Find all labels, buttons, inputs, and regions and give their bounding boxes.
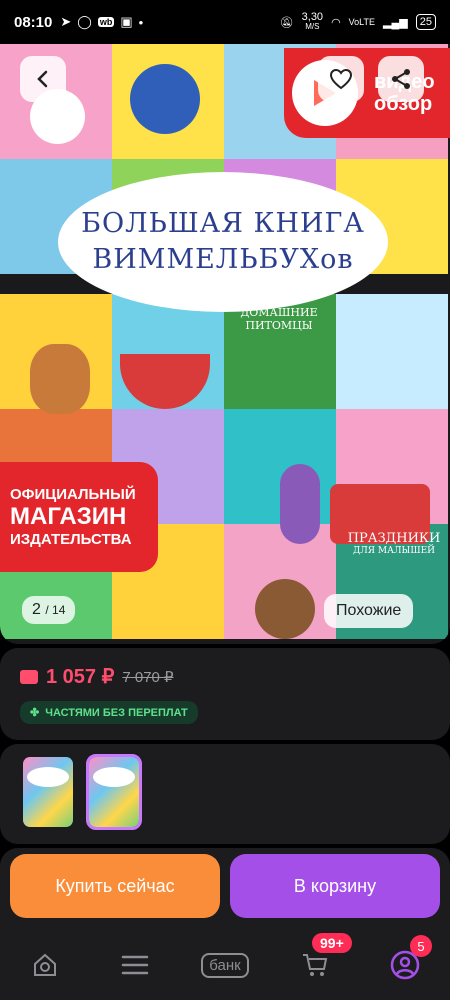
battery-icon: 25 <box>415 14 436 30</box>
similar-button[interactable]: Похожие <box>324 594 414 628</box>
purchase-actions: Купить сейчас В корзину <box>0 848 450 930</box>
wb-icon: wb <box>97 17 115 27</box>
status-time: 08:10 <box>14 13 53 31</box>
favorite-button[interactable] <box>318 56 364 102</box>
cover-title-line1: БОЛЬШАЯ КНИГА <box>81 208 365 239</box>
official-store-promo: ОФИЦИАЛЬНЫЙ МАГАЗИН ИЗДАТЕЛЬСТВА <box>0 462 158 572</box>
pets-subtitle-line2: ПИТОМЦЫ <box>245 319 313 332</box>
rocket-illustration <box>130 64 200 134</box>
chevron-left-icon <box>37 70 48 88</box>
variant-thumb-title-area <box>93 767 135 787</box>
nav-profile[interactable]: 5 <box>380 935 432 985</box>
network-speed-unit: M/S <box>305 22 320 31</box>
nav-home[interactable] <box>20 945 70 985</box>
share-icon <box>392 69 410 89</box>
product-gallery[interactable]: БОЛЬШАЯ КНИГА ВИММЕЛЬБУХов ДОМАШНИЕ ПИТО… <box>0 44 450 644</box>
cover-title: БОЛЬШАЯ КНИГА ВИММЕЛЬБУХов <box>58 172 388 312</box>
image-page-counter: 2 / 14 <box>22 596 76 624</box>
buy-now-button[interactable]: Купить сейчас <box>10 854 220 918</box>
holidays-subtitle-line1: ПРАЗДНИКИ <box>347 531 441 546</box>
clover-icon: ✤ <box>30 707 40 719</box>
menu-icon <box>121 955 149 975</box>
grandma-illustration <box>280 464 320 544</box>
mute-icon: 🔕︎ <box>279 16 294 29</box>
wallet-icon <box>20 669 38 684</box>
profile-badge: 5 <box>410 935 432 957</box>
volte-icon: VoLTE <box>348 17 376 27</box>
signal-icon: ▂▄▆ <box>383 16 408 29</box>
telegram-icon: ➤ <box>60 14 72 29</box>
bear-illustration <box>255 579 315 639</box>
variant-selector <box>0 744 450 844</box>
deer-illustration <box>30 344 90 414</box>
network-speed: 3,30 M/S <box>302 12 323 32</box>
pets-subtitle: ДОМАШНИЕ ПИТОМЦЫ <box>234 306 324 332</box>
video-review-button[interactable]: видео обзор <box>284 48 450 138</box>
variant-thumb-title-area <box>27 767 69 787</box>
back-button[interactable] <box>20 56 66 102</box>
promo-line2: МАГАЗИН <box>10 503 127 530</box>
nav-catalog[interactable] <box>110 945 160 985</box>
holidays-subtitle: ПРАЗДНИКИ ДЛЯ МАЛЫШЕЙ <box>340 532 448 558</box>
bank-label: банк <box>201 952 249 978</box>
nav-bank[interactable]: банк <box>200 945 250 985</box>
holidays-subtitle-line2: ДЛЯ МАЛЫШЕЙ <box>352 546 436 556</box>
status-notification-icons: ➤ ◯ wb ▣ • <box>60 14 143 30</box>
installment-badge[interactable]: ✤ ЧАСТЯМИ БЕЗ ПЕРЕПЛАТ <box>20 701 198 724</box>
home-search-icon <box>34 953 56 976</box>
page-current: 2 <box>32 601 41 618</box>
cover-title-line2: ВИММЕЛЬБУХов <box>92 244 354 275</box>
heart-icon <box>329 68 353 90</box>
bottom-nav: банк 99+ 5 <box>0 930 450 1000</box>
status-right: 🔕︎ 3,30 M/S ◠ VoLTE ▂▄▆ 25 <box>280 12 436 32</box>
message-icon: ◯ <box>77 14 92 29</box>
add-to-cart-button[interactable]: В корзину <box>230 854 440 918</box>
page-total: / 14 <box>45 603 66 617</box>
network-speed-value: 3,30 <box>301 11 324 23</box>
cart-badge: 99+ <box>312 933 352 953</box>
status-bar: 08:10 ➤ ◯ wb ▣ • 🔕︎ 3,30 M/S ◠ VoLTE ▂▄▆… <box>0 0 450 44</box>
promo-line3: ИЗДАТЕЛЬСТВА <box>10 531 132 548</box>
app-icon: ▣ <box>120 14 133 29</box>
cover-tile <box>336 294 448 409</box>
installment-label: ЧАСТЯМИ БЕЗ ПЕРЕПЛАТ <box>45 706 188 719</box>
cart-icon <box>303 954 328 976</box>
variant-thumb-selected[interactable] <box>86 754 142 830</box>
dot-icon: • <box>138 14 144 30</box>
variant-thumb[interactable] <box>20 754 76 830</box>
price-row: 1 057 ₽ 7 070 ₽ <box>20 664 430 689</box>
current-price: 1 057 ₽ <box>46 666 115 688</box>
promo-line1: ОФИЦИАЛЬНЫЙ <box>10 486 136 503</box>
old-price: 7 070 ₽ <box>122 668 174 686</box>
wifi-icon: ◠ <box>331 16 341 29</box>
pets-subtitle-line1: ДОМАШНИЕ <box>240 306 318 319</box>
share-button[interactable] <box>378 56 424 102</box>
nav-cart[interactable]: 99+ <box>290 933 352 985</box>
price-card: 1 057 ₽ 7 070 ₽ ✤ ЧАСТЯМИ БЕЗ ПЕРЕПЛАТ <box>0 648 450 740</box>
